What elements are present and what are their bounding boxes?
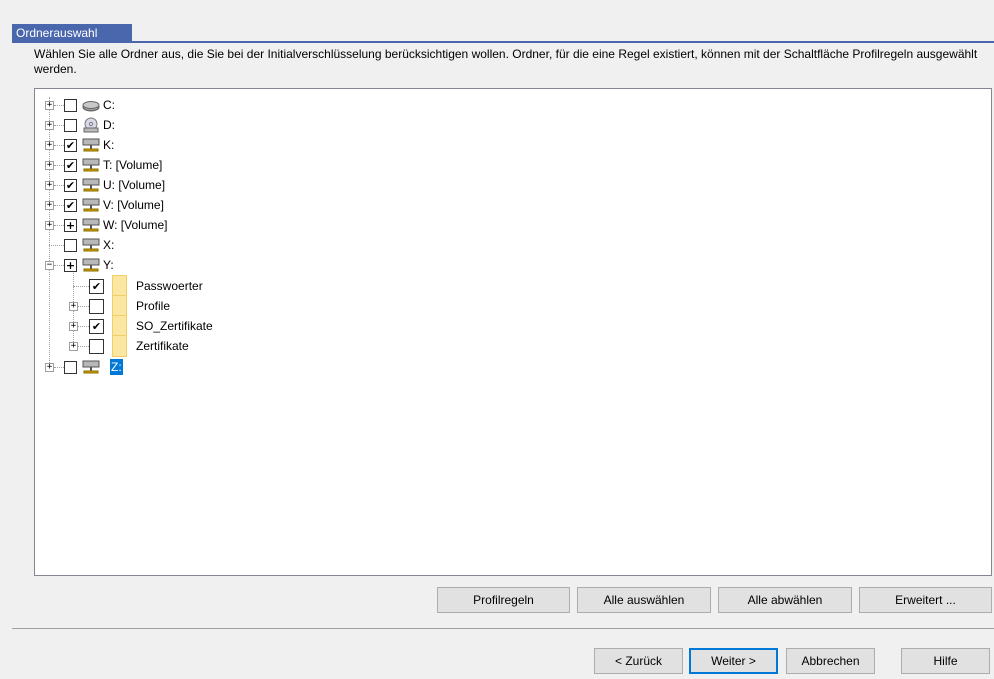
tree-item-label: T: [Volume] [103, 158, 163, 172]
drive-checkbox-partial[interactable]: ✔ [64, 199, 77, 212]
expand-icon[interactable]: + [45, 181, 54, 190]
expand-icon[interactable]: + [45, 161, 54, 170]
collapse-icon[interactable]: − [45, 261, 54, 270]
folder-checkbox[interactable] [89, 299, 104, 314]
expand-icon[interactable]: + [45, 221, 54, 230]
select-all-button[interactable]: Alle auswählen [577, 587, 711, 613]
expand-icon[interactable]: + [69, 302, 78, 311]
network-drive-icon [82, 238, 100, 252]
network-drive-icon [82, 218, 100, 232]
deselect-all-button[interactable]: Alle abwählen [718, 587, 852, 613]
drive-checkbox-partial[interactable]: + [64, 259, 77, 272]
drive-checkbox[interactable] [64, 239, 77, 252]
drive-checkbox-partial[interactable]: ✔ [64, 139, 77, 152]
expand-icon[interactable]: + [69, 342, 78, 351]
tree-item-label: Y: [103, 258, 114, 272]
tree-item-label: V: [Volume] [103, 198, 164, 212]
tree-root-connector [49, 97, 50, 367]
section-title-underline [12, 41, 994, 43]
tree-item-label: D: [103, 118, 115, 132]
drive-checkbox-checked[interactable]: ✔ [64, 179, 77, 192]
folder-icon [112, 275, 127, 297]
cancel-button[interactable]: Abbrechen [786, 648, 875, 674]
tree-item-label: Profile [136, 299, 171, 313]
tree-item-label: K: [103, 138, 115, 152]
expand-icon[interactable]: + [45, 363, 54, 372]
expand-icon[interactable]: + [45, 101, 54, 110]
folder-icon [112, 315, 127, 337]
folder-icon [112, 335, 127, 357]
profilregeln-button[interactable]: Profilregeln [437, 587, 570, 613]
tree-item-label: SO_Zertifikate [136, 319, 213, 333]
expand-icon[interactable]: + [45, 121, 54, 130]
expand-icon[interactable]: + [69, 322, 78, 331]
section-title: Ordnerauswahl [12, 24, 132, 42]
expand-icon[interactable]: + [45, 141, 54, 150]
network-drive-icon [82, 258, 100, 272]
tree-item-label: Passwoerter [136, 279, 203, 293]
tree-item-label: U: [Volume] [103, 178, 166, 192]
separator [12, 628, 994, 629]
help-button[interactable]: Hilfe [901, 648, 990, 674]
folder-checkbox-checked[interactable]: ✔ [89, 279, 104, 294]
folder-tree[interactable]: + C: + D: + ✔ K: + ✔ T: [Volume] + ✔ U: … [34, 88, 992, 576]
network-drive-icon [82, 198, 100, 212]
cd-drive-icon [83, 117, 99, 133]
drive-checkbox-partial[interactable]: ✔ [64, 159, 77, 172]
description-text: Wählen Sie alle Ordner aus, die Sie bei … [34, 47, 978, 76]
next-button[interactable]: Weiter > [689, 648, 778, 674]
advanced-button[interactable]: Erweitert ... [859, 587, 992, 613]
drive-checkbox-partial[interactable]: + [64, 219, 77, 232]
network-drive-icon [82, 138, 100, 152]
drive-checkbox[interactable] [64, 361, 77, 374]
network-drive-icon [82, 178, 100, 192]
network-drive-icon [82, 360, 100, 374]
hard-drive-icon [82, 101, 100, 112]
drive-checkbox[interactable] [64, 119, 77, 132]
tree-item-label-selected: Z: [110, 359, 123, 375]
tree-item-label: C: [103, 98, 115, 112]
folder-checkbox-checked[interactable]: ✔ [89, 319, 104, 334]
drive-checkbox[interactable] [64, 99, 77, 112]
back-button[interactable]: < Zurück [594, 648, 683, 674]
folder-icon [112, 295, 127, 317]
tree-item-label: Zertifikate [136, 339, 189, 353]
expand-icon[interactable]: + [45, 201, 54, 210]
network-drive-icon [82, 158, 100, 172]
tree-item-label: X: [103, 238, 115, 252]
tree-item-label: W: [Volume] [103, 218, 168, 232]
folder-checkbox[interactable] [89, 339, 104, 354]
